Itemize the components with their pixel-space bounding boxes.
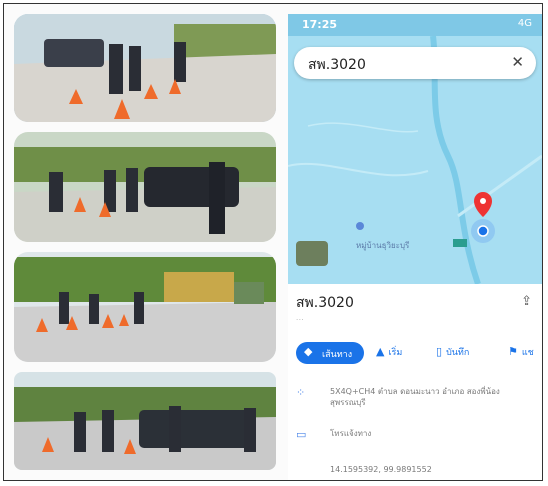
share-label: แช [521, 348, 534, 358]
place-subtitle: ... [296, 314, 305, 322]
navigation-arrow-icon: ▲ [376, 345, 385, 358]
place-title: สพ.3020 [296, 295, 354, 311]
map-place-label: หมู่บ้านธุวิยะบุรี [356, 241, 410, 250]
phone-screen: 17:25 4G หมู่บ้านธุวิยะบุรี สพ.3020 ✕ สพ… [288, 14, 542, 480]
directions-label: เส้นทาง [322, 350, 353, 360]
keyboard-icon: ▭ [296, 428, 307, 441]
photo-checkpoint-3 [14, 252, 276, 362]
action-row: ◆ เส้นทาง ▲ เริ่ม ▯ บันทึก ⚑ แช [296, 342, 542, 366]
start-label: เริ่ม [388, 348, 403, 358]
page-frame: 17:25 4G หมู่บ้านธุวิยะบุรี สพ.3020 ✕ สพ… [3, 3, 543, 481]
start-button[interactable]: ▲ เริ่ม [376, 345, 402, 359]
search-query[interactable]: สพ.3020 [308, 54, 366, 76]
photo-checkpoint-4 [14, 372, 276, 470]
location-dots-icon: ⁘ [296, 386, 306, 399]
address-row[interactable]: ⁘ 5X4Q+CH4 ตำบล ดอนมะนาว อำเภอ สองพี่น้อ… [296, 386, 542, 412]
share-icon[interactable]: ⇪ [521, 294, 532, 309]
directions-button[interactable]: ◆ เส้นทาง [296, 342, 364, 364]
close-icon[interactable]: ✕ [511, 53, 524, 71]
place-sheet: สพ.3020 ⇪ ... ◆ เส้นทาง ▲ เริ่ม ▯ บันทึก ⚑… [288, 284, 542, 480]
share-button[interactable]: ⚑ แช [508, 345, 534, 359]
flag-icon: ⚑ [508, 345, 518, 358]
phone-row[interactable]: ▭ โทรแจ้งทาง [296, 428, 542, 442]
status-signal: 4G [517, 18, 532, 29]
bookmark-icon: ▯ [436, 345, 443, 358]
coords-text: 14.1595392, 99.9891552 [330, 465, 432, 474]
photo-checkpoint-2 [14, 132, 276, 242]
save-button[interactable]: ▯ บันทึก [436, 345, 469, 359]
status-bar: 17:25 4G [288, 14, 542, 36]
directions-icon: ◆ [304, 345, 313, 358]
save-label: บันทึก [446, 348, 470, 358]
photo-checkpoint-1 [14, 14, 276, 122]
status-time: 17:25 [302, 18, 338, 31]
phone-row-text: โทรแจ้งทาง [330, 429, 372, 438]
address-text: 5X4Q+CH4 ตำบล ดอนมะนาว อำเภอ สองพี่น้อง … [330, 387, 500, 407]
search-bar[interactable]: สพ.3020 ✕ [294, 47, 536, 79]
coords-row[interactable]: 14.1595392, 99.9891552 [296, 464, 542, 478]
